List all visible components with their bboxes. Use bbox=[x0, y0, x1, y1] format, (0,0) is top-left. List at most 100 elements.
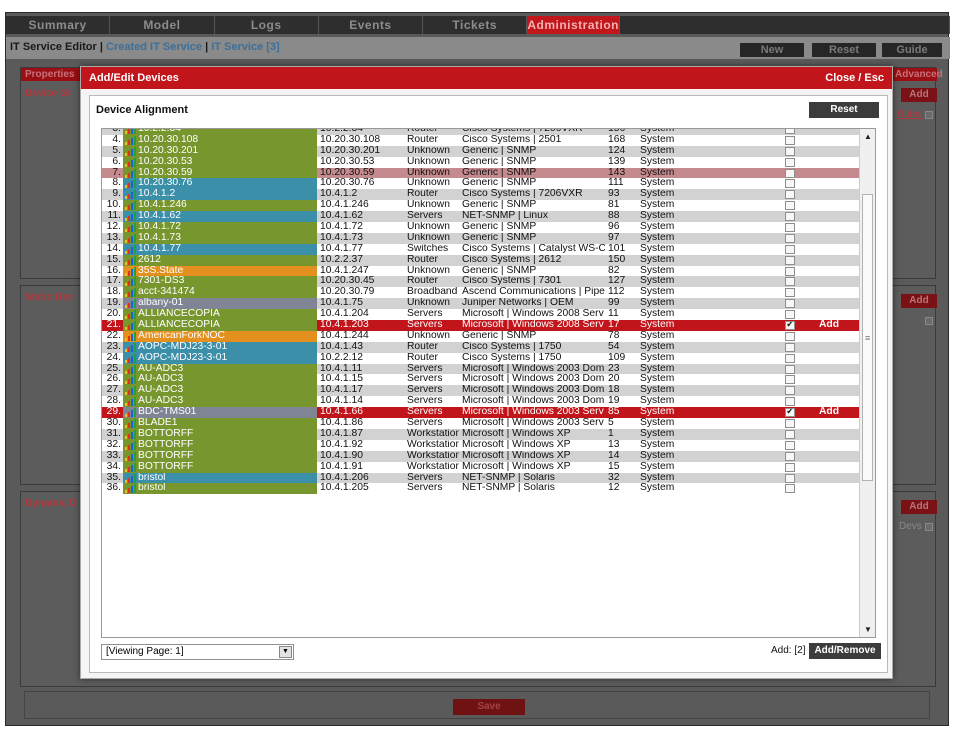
device-name[interactable]: BOTTORFF bbox=[123, 450, 317, 462]
close-button[interactable]: Close / Esc bbox=[825, 67, 884, 89]
device-checkbox[interactable] bbox=[785, 135, 795, 145]
device-checkbox[interactable] bbox=[785, 353, 795, 363]
device-name[interactable]: albany-01 bbox=[123, 298, 317, 310]
static-devices-add-button[interactable]: Add bbox=[901, 294, 937, 308]
scroll-up-icon[interactable]: ▲ bbox=[864, 132, 872, 141]
chevron-down-icon[interactable]: ▼ bbox=[279, 646, 292, 658]
dynamic-devices-add-button[interactable]: Add bbox=[901, 500, 937, 514]
device-row[interactable]: 23. AOPC-MDJ23-3-01 10.4.1.43 Router Cisco S… bbox=[102, 341, 859, 353]
save-button[interactable]: Save bbox=[453, 699, 525, 715]
page-select[interactable]: [Viewing Page: 1] ▼ bbox=[101, 644, 294, 660]
device-name[interactable]: BDC-TMS01 bbox=[123, 407, 317, 419]
device-name[interactable]: 35S.State bbox=[123, 265, 317, 277]
device-row[interactable]: 26. AU-ADC3 10.4.1.15 Servers Microsoft | Wi… bbox=[102, 374, 859, 386]
device-row[interactable]: 27. AU-ADC3 10.4.1.17 Servers Microsoft | Wi… bbox=[102, 385, 859, 397]
device-row[interactable]: 14. 10.4.1.77 10.4.1.77 Switches Cisco Syste… bbox=[102, 243, 859, 255]
device-row[interactable]: 9. 10.4.1.2 10.4.1.2 Router Cisco Systems | … bbox=[102, 189, 859, 201]
device-row[interactable]: 8. 10.20.30.76 10.20.30.76 Unknown Generic |… bbox=[102, 178, 859, 190]
device-row[interactable]: 36. bristol 10.4.1.205 Servers NET-SNMP | So… bbox=[102, 483, 859, 495]
device-checkbox[interactable] bbox=[785, 223, 795, 233]
device-name[interactable]: bristol bbox=[123, 483, 317, 495]
device-name[interactable]: BOTTORFF bbox=[123, 439, 317, 451]
device-checkbox[interactable] bbox=[785, 310, 795, 320]
tab-logs[interactable]: Logs bbox=[214, 16, 319, 34]
device-checkbox[interactable] bbox=[785, 321, 795, 331]
device-name[interactable]: 10.4.1.73 bbox=[123, 232, 317, 244]
device-row[interactable]: 35. bristol 10.4.1.206 Servers NET-SNMP | So… bbox=[102, 472, 859, 484]
device-row[interactable]: 29. BDC-TMS01 10.4.1.66 Servers Microsoft | … bbox=[102, 407, 859, 419]
new-button[interactable]: New bbox=[740, 43, 804, 57]
properties-tab[interactable]: Properties bbox=[21, 68, 81, 81]
device-row[interactable]: 17. 7301-DS3 10.20.30.45 Router Cisco System… bbox=[102, 276, 859, 288]
device-name[interactable]: 10.4.1.2 bbox=[123, 189, 317, 201]
device-name[interactable]: AOPC-MDJ23-3-01 bbox=[123, 352, 317, 364]
device-row[interactable]: 13. 10.4.1.73 10.4.1.73 Unknown Generic | SN… bbox=[102, 232, 859, 244]
device-row[interactable]: 32. BOTTORFF 10.4.1.92 Workstation Microsoft… bbox=[102, 439, 859, 451]
static-devices-checkbox[interactable] bbox=[925, 317, 933, 325]
device-row[interactable]: 28. AU-ADC3 10.4.1.14 Servers Microsoft | Wi… bbox=[102, 396, 859, 408]
device-row[interactable]: 6. 10.20.30.53 10.20.30.53 Unknown Generic |… bbox=[102, 156, 859, 168]
device-row[interactable]: 20. ALLIANCECOPIA 10.4.1.204 Servers Microso… bbox=[102, 309, 859, 321]
device-name[interactable]: AOPC-MDJ23-3-01 bbox=[123, 341, 317, 353]
device-row[interactable]: 21. ALLIANCECOPIA 10.4.1.203 Servers Microso… bbox=[102, 320, 859, 331]
device-checkbox[interactable] bbox=[785, 397, 795, 407]
device-row[interactable]: 10. 10.4.1.246 10.4.1.246 Unknown Generic | … bbox=[102, 200, 859, 212]
device-checkbox[interactable] bbox=[785, 440, 795, 450]
device-row[interactable]: 34. BOTTORFF 10.4.1.91 Workstation Microsoft… bbox=[102, 461, 859, 473]
device-row[interactable]: 24. AOPC-MDJ23-3-01 10.2.2.12 Router Cisco S… bbox=[102, 352, 859, 364]
tab-summary[interactable]: Summary bbox=[6, 16, 111, 34]
device-checkbox[interactable] bbox=[785, 244, 795, 254]
device-checkbox[interactable] bbox=[785, 266, 795, 276]
vertical-scrollbar[interactable]: ▲ ≡ ▼ bbox=[859, 129, 875, 637]
device-checkbox[interactable] bbox=[785, 277, 795, 287]
device-name[interactable]: AU-ADC3 bbox=[123, 396, 317, 408]
device-name[interactable]: 2612 bbox=[123, 254, 317, 266]
device-name[interactable]: 10.20.30.76 bbox=[123, 178, 317, 190]
device-checkbox[interactable] bbox=[785, 299, 795, 309]
device-checkbox[interactable] bbox=[785, 201, 795, 211]
device-checkbox[interactable] bbox=[785, 288, 795, 298]
device-checkbox[interactable] bbox=[785, 179, 795, 189]
device-name[interactable]: 10.4.1.77 bbox=[123, 243, 317, 255]
device-name[interactable]: 10.20.30.108 bbox=[123, 134, 317, 146]
device-checkbox[interactable] bbox=[785, 255, 795, 265]
device-checkbox[interactable] bbox=[785, 233, 795, 243]
device-checkbox[interactable] bbox=[785, 408, 795, 418]
device-name[interactable]: 10.20.30.201 bbox=[123, 145, 317, 157]
device-checkbox[interactable] bbox=[785, 129, 795, 134]
device-name[interactable]: BOTTORFF bbox=[123, 461, 317, 473]
device-row[interactable]: 4. 10.20.30.108 10.20.30.108 Router Cisco Sy… bbox=[102, 134, 859, 146]
device-name[interactable]: 7301-DS3 bbox=[123, 276, 317, 288]
device-groups-add-button[interactable]: Add bbox=[901, 88, 937, 102]
device-checkbox[interactable] bbox=[785, 157, 795, 167]
device-name[interactable]: AU-ADC3 bbox=[123, 363, 317, 375]
device-row[interactable]: 12. 10.4.1.72 10.4.1.72 Unknown Generic | SN… bbox=[102, 222, 859, 233]
scroll-down-icon[interactable]: ▼ bbox=[864, 625, 872, 634]
device-row[interactable]: 3. 10.2.2.34 10.2.2.34 Router Cisco Systems … bbox=[102, 129, 859, 135]
device-checkbox[interactable] bbox=[785, 364, 795, 374]
device-row[interactable]: 25. AU-ADC3 10.4.1.11 Servers Microsoft | Wi… bbox=[102, 363, 859, 375]
device-checkbox[interactable] bbox=[785, 331, 795, 341]
advanced-tab[interactable]: Advanced bbox=[891, 68, 943, 81]
device-checkbox[interactable] bbox=[785, 212, 795, 222]
device-row[interactable]: 11. 10.4.1.62 10.4.1.62 Servers NET-SNMP | L… bbox=[102, 211, 859, 223]
device-name[interactable]: 10.20.30.53 bbox=[123, 156, 317, 168]
device-row[interactable]: 18. acct-341474 10.20.30.79 Broadband Ascend… bbox=[102, 287, 859, 299]
rules-checkbox[interactable] bbox=[925, 111, 933, 119]
scrollbar-thumb[interactable]: ≡ bbox=[862, 194, 873, 481]
device-checkbox[interactable] bbox=[785, 342, 795, 352]
device-row[interactable]: 5. 10.20.30.201 10.20.30.201 Unknown Generic… bbox=[102, 145, 859, 157]
device-row[interactable]: 7. 10.20.30.59 10.20.30.59 Unknown Generic |… bbox=[102, 167, 859, 179]
reset-toolbar-button[interactable]: Reset bbox=[812, 43, 876, 57]
rules-link[interactable]: Rules bbox=[897, 109, 923, 120]
device-checkbox[interactable] bbox=[785, 375, 795, 385]
device-checkbox[interactable] bbox=[785, 190, 795, 200]
device-name[interactable]: AU-ADC3 bbox=[123, 374, 317, 386]
device-name[interactable]: 10.4.1.246 bbox=[123, 200, 317, 212]
device-checkbox[interactable] bbox=[785, 146, 795, 156]
device-checkbox[interactable] bbox=[785, 168, 795, 178]
device-row[interactable]: 31. BOTTORFF 10.4.1.87 Workstation Microsoft… bbox=[102, 428, 859, 440]
device-checkbox[interactable] bbox=[785, 419, 795, 429]
device-name[interactable]: 10.4.1.62 bbox=[123, 211, 317, 223]
reset-button[interactable]: Reset bbox=[809, 102, 879, 118]
